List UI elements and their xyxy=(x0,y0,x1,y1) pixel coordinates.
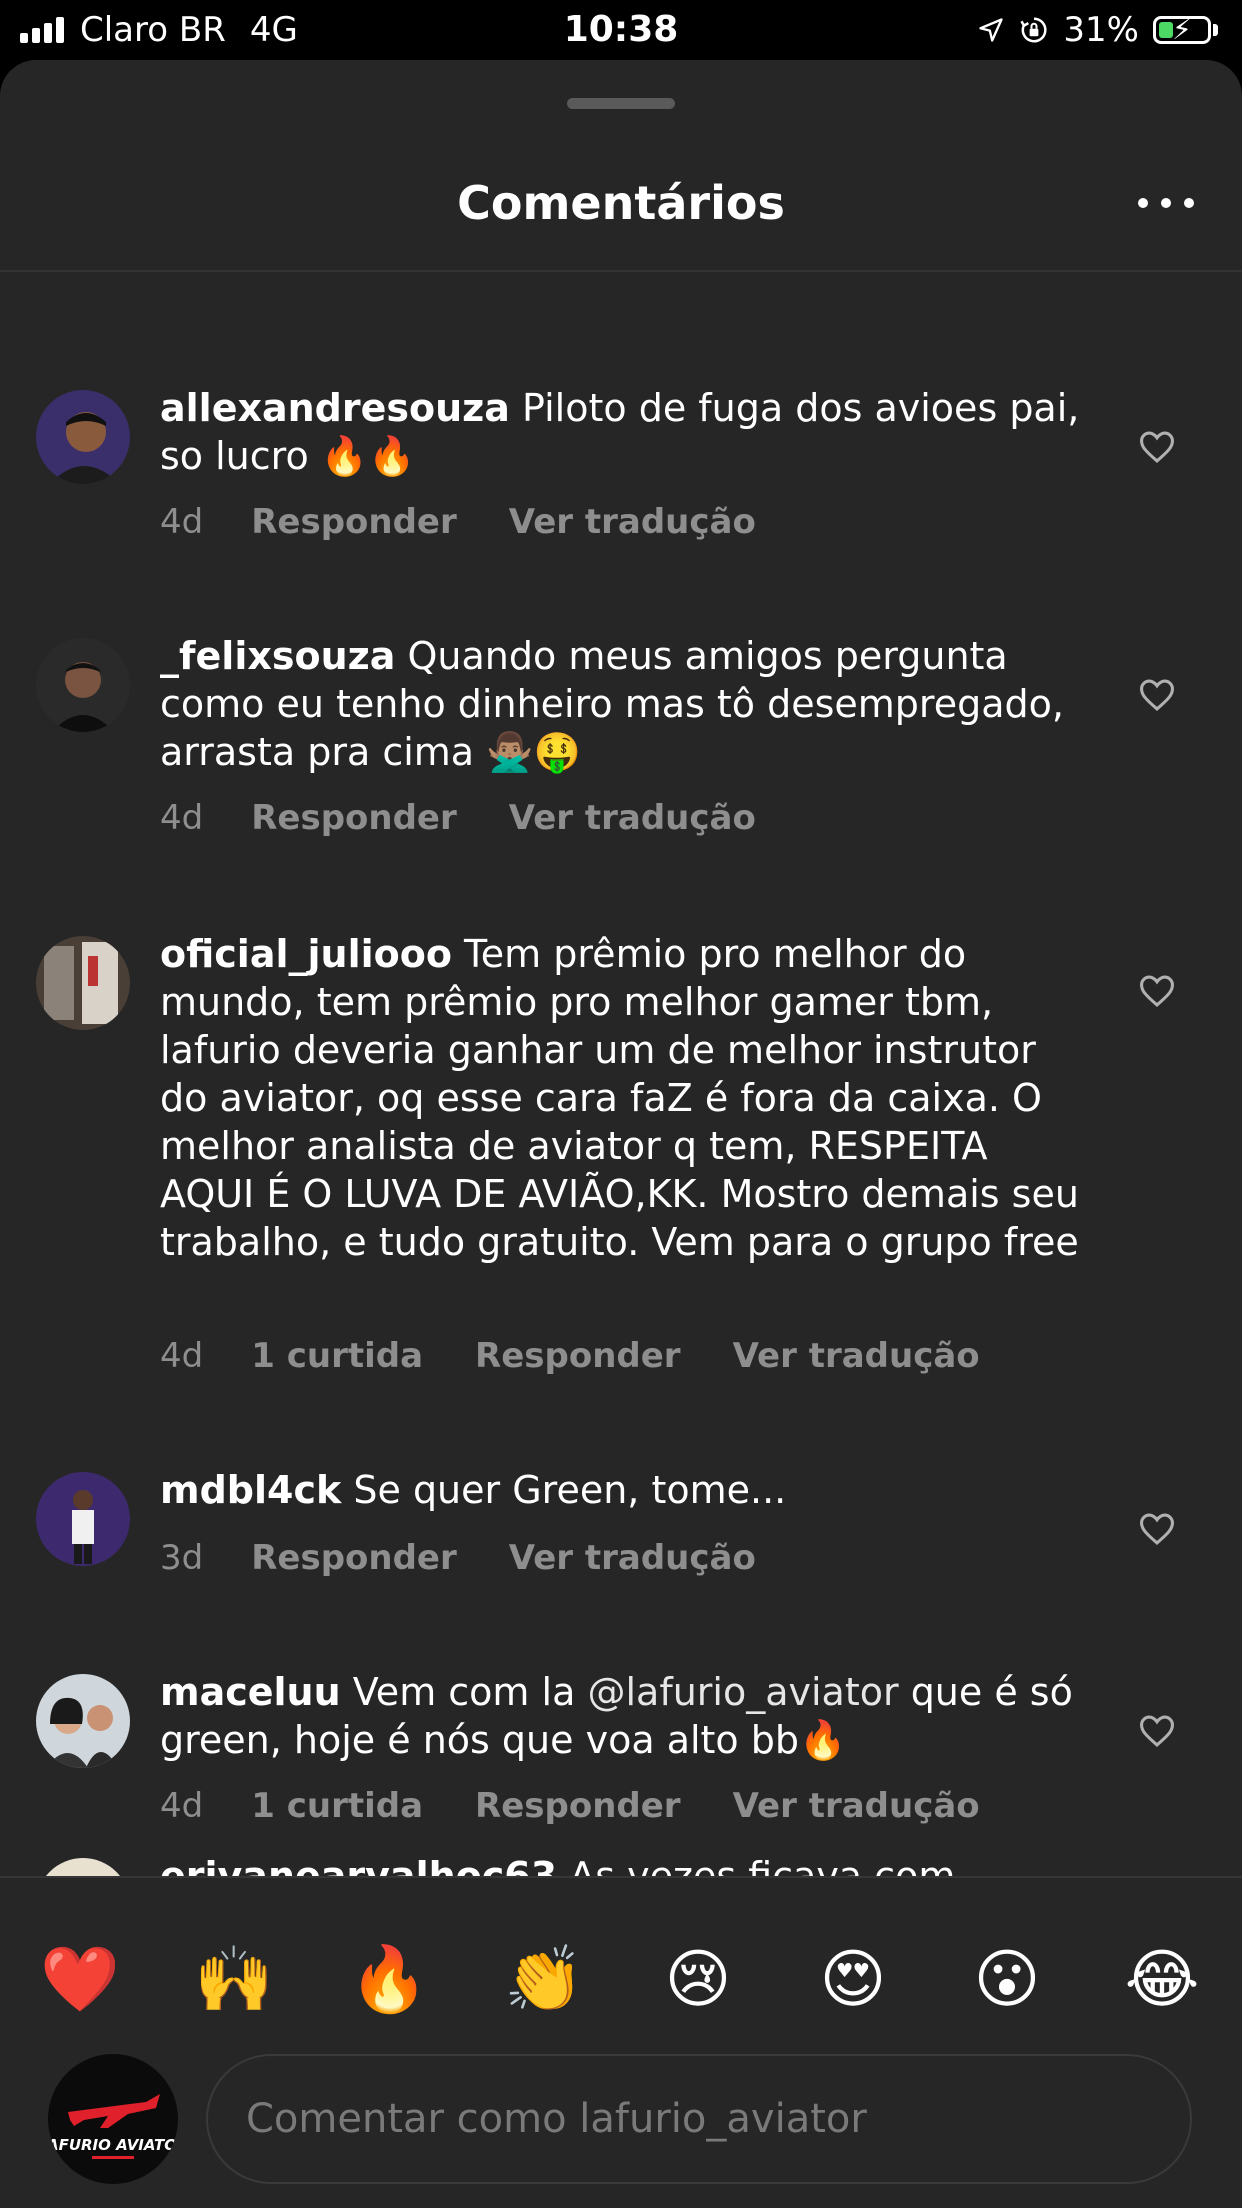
comment-time: 4d xyxy=(160,1786,204,1826)
charging-bolt-icon: ⚡ xyxy=(1172,13,1192,46)
reaction-heart-emoji[interactable]: ❤️ xyxy=(40,1940,120,2020)
more-options-button[interactable] xyxy=(1138,188,1194,218)
comment-body: oficial_juliooo Tem prêmio pro melhor do… xyxy=(160,930,1080,1266)
comments-sheet: Comentários allexandresouza Piloto de fu… xyxy=(0,60,1242,2208)
comment-input-placeholder: Comentar como lafurio_aviator xyxy=(246,2096,867,2142)
comment-body: erivanearvalhoc63 As vezes ficava com re… xyxy=(160,1852,1080,1876)
heart-icon[interactable] xyxy=(1138,1512,1176,1546)
likes-count[interactable]: 1 curtida xyxy=(251,1336,423,1376)
heart-icon[interactable] xyxy=(1138,678,1176,712)
comment-meta: 4d Responder Ver tradução xyxy=(160,502,756,542)
avatar[interactable] xyxy=(36,1674,130,1768)
comment-time: 4d xyxy=(160,502,204,542)
comment-meta: 4d 1 curtida Responder Ver tradução xyxy=(160,1786,980,1826)
battery-tip xyxy=(1213,24,1218,36)
avatar[interactable] xyxy=(36,1472,130,1566)
likes-count[interactable]: 1 curtida xyxy=(251,1786,423,1826)
comment-meta: 4d 1 curtida Responder Ver tradução xyxy=(160,1336,980,1376)
comment-body: mdbl4ck Se quer Green, tome... xyxy=(160,1466,1080,1514)
see-translation-button[interactable]: Ver tradução xyxy=(509,502,756,542)
dot xyxy=(1161,198,1171,208)
comment-username[interactable]: maceluu xyxy=(160,1670,341,1714)
quick-reaction-bar: ❤️ 🙌 🔥 👏 😢 😍 😮 😂 xyxy=(0,1940,1242,2020)
orientation-lock-icon xyxy=(1020,17,1047,43)
svg-text:LAFURIO AVIATOR: LAFURIO AVIATOR xyxy=(48,2136,178,2154)
reply-button[interactable]: Responder xyxy=(251,1538,457,1578)
avatar[interactable] xyxy=(36,936,130,1030)
reaction-clap-emoji[interactable]: 👏 xyxy=(504,1940,584,2020)
comment-input[interactable]: Comentar como lafurio_aviator xyxy=(206,2054,1192,2184)
reply-button[interactable]: Responder xyxy=(475,1786,681,1826)
dot xyxy=(1138,198,1148,208)
comment-text: Se quer Green, tome... xyxy=(353,1468,787,1512)
reply-button[interactable]: Responder xyxy=(251,798,457,838)
comment-username[interactable]: erivanearvalhoc63 xyxy=(160,1854,557,1876)
avatar[interactable] xyxy=(36,638,130,732)
heart-icon[interactable] xyxy=(1138,430,1176,464)
reaction-laugh-emoji[interactable]: 😂 xyxy=(1122,1940,1202,2020)
see-translation-button[interactable]: Ver tradução xyxy=(509,1538,756,1578)
see-translation-button[interactable]: Ver tradução xyxy=(733,1786,980,1826)
see-translation-button[interactable]: Ver tradução xyxy=(733,1336,980,1376)
sheet-grabber[interactable] xyxy=(567,98,675,109)
comment-time: 4d xyxy=(160,1336,204,1376)
comment-body: _felixsouza Quando meus amigos pergunta … xyxy=(160,632,1080,776)
reaction-fire-emoji[interactable]: 🔥 xyxy=(349,1940,429,2020)
reaction-raised-hands-emoji[interactable]: 🙌 xyxy=(194,1940,274,2020)
composer-avatar: LAFURIO AVIATOR xyxy=(48,2054,178,2184)
lafurio-aviator-logo: LAFURIO AVIATOR xyxy=(48,2054,178,2184)
heart-icon[interactable] xyxy=(1138,974,1176,1008)
comment-username[interactable]: mdbl4ck xyxy=(160,1468,341,1512)
location-arrow-icon xyxy=(979,18,1004,42)
comment-username[interactable]: _felixsouza xyxy=(160,634,395,678)
comment-body: maceluu Vem com la @lafurio_aviator que … xyxy=(160,1668,1080,1764)
avatar[interactable] xyxy=(36,390,130,484)
reaction-cry-emoji[interactable]: 😢 xyxy=(658,1940,738,2020)
comment-text: Tem prêmio pro melhor do mundo, tem prêm… xyxy=(160,932,1079,1264)
reaction-surprised-emoji[interactable]: 😮 xyxy=(967,1940,1047,2020)
mention-link[interactable]: @lafurio_aviator xyxy=(587,1670,898,1714)
reply-button[interactable]: Responder xyxy=(251,502,457,542)
comment-time: 4d xyxy=(160,798,204,838)
comment-meta: 4d Responder Ver tradução xyxy=(160,798,756,838)
comment-username[interactable]: allexandresouza xyxy=(160,386,510,430)
reaction-heart-eyes-emoji[interactable]: 😍 xyxy=(813,1940,893,2020)
reply-button[interactable]: Responder xyxy=(475,1336,681,1376)
comment-text: Vem com la xyxy=(352,1670,576,1714)
dot xyxy=(1184,198,1194,208)
avatar[interactable] xyxy=(36,1858,130,1876)
emoji-divider xyxy=(0,1876,1242,1878)
battery-percent: 31% xyxy=(1063,10,1139,50)
comment-body: allexandresouza Piloto de fuga dos avioe… xyxy=(160,384,1080,480)
heart-icon[interactable] xyxy=(1138,1714,1176,1748)
status-right: 31% ⚡ xyxy=(977,8,1218,52)
status-bar: Claro BR 4G 10:38 31% ⚡ xyxy=(0,0,1242,60)
sheet-title: Comentários xyxy=(457,176,785,230)
comment-list[interactable]: allexandresouza Piloto de fuga dos avioe… xyxy=(0,272,1242,1876)
comment-username[interactable]: oficial_juliooo xyxy=(160,932,452,976)
see-translation-button[interactable]: Ver tradução xyxy=(509,798,756,838)
comment-meta: 3d Responder Ver tradução xyxy=(160,1538,756,1578)
battery-icon: ⚡ xyxy=(1153,13,1211,46)
comment-time: 3d xyxy=(160,1538,204,1578)
